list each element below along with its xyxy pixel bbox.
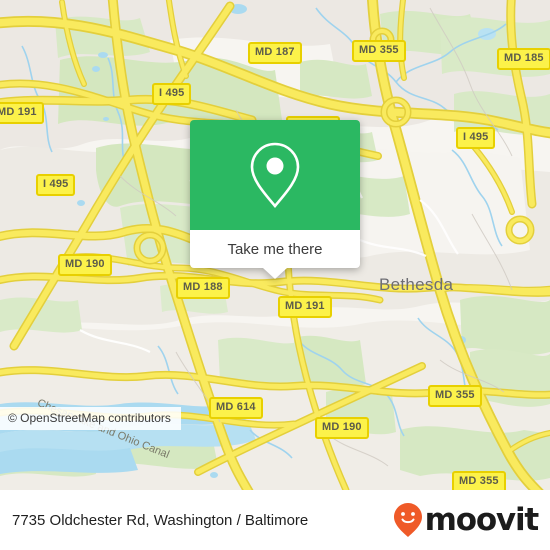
moovit-wordmark: moovit [424,501,540,538]
place-label-bethesda: Bethesda [379,275,454,294]
road-shield-i-495-a[interactable]: I 495 [152,83,192,105]
popup-tail [263,268,287,279]
road-shield-md-190-s[interactable]: MD 190 [315,417,369,439]
road-shield-md-187[interactable]: MD 187 [248,42,302,64]
take-me-there-label: Take me there [227,240,323,258]
road-shield-md-355-n[interactable]: MD 355 [352,40,406,62]
address-title: 7735 Oldchester Rd, Washington / Baltimo… [12,511,309,529]
moovit-pin-smiley-icon [393,503,422,537]
road-shield-md-191-w[interactable]: MD 191 [0,102,44,124]
map-screenshot: Bethesda Chesapeake and Ohio Canal MD 18… [0,0,550,550]
footer-bar: 7735 Oldchester Rd, Washington / Baltimo… [0,490,550,550]
map-pin-icon [250,142,300,209]
road-shield-md-190-w[interactable]: MD 190 [58,254,112,276]
map-attribution[interactable]: © OpenStreetMap contributors [0,407,181,430]
road-shield-i-495-b[interactable]: I 495 [456,127,496,149]
road-shield-i-495-c[interactable]: I 495 [36,174,76,196]
road-shield-md-614[interactable]: MD 614 [209,397,263,419]
map-canvas[interactable]: Bethesda Chesapeake and Ohio Canal MD 18… [0,0,550,490]
take-me-there-button[interactable]: Take me there [190,230,360,268]
moovit-brand[interactable]: moovit [393,501,540,538]
location-popup-card[interactable]: Take me there [190,120,360,279]
road-shield-md-185[interactable]: MD 185 [497,48,550,70]
road-shield-md-191-c[interactable]: MD 191 [278,296,332,318]
road-shield-md-188[interactable]: MD 188 [176,277,230,299]
road-shield-md-355-e[interactable]: MD 355 [428,385,482,407]
road-shield-md-355-s[interactable]: MD 355 [452,471,506,490]
popup-image-panel [190,120,360,230]
